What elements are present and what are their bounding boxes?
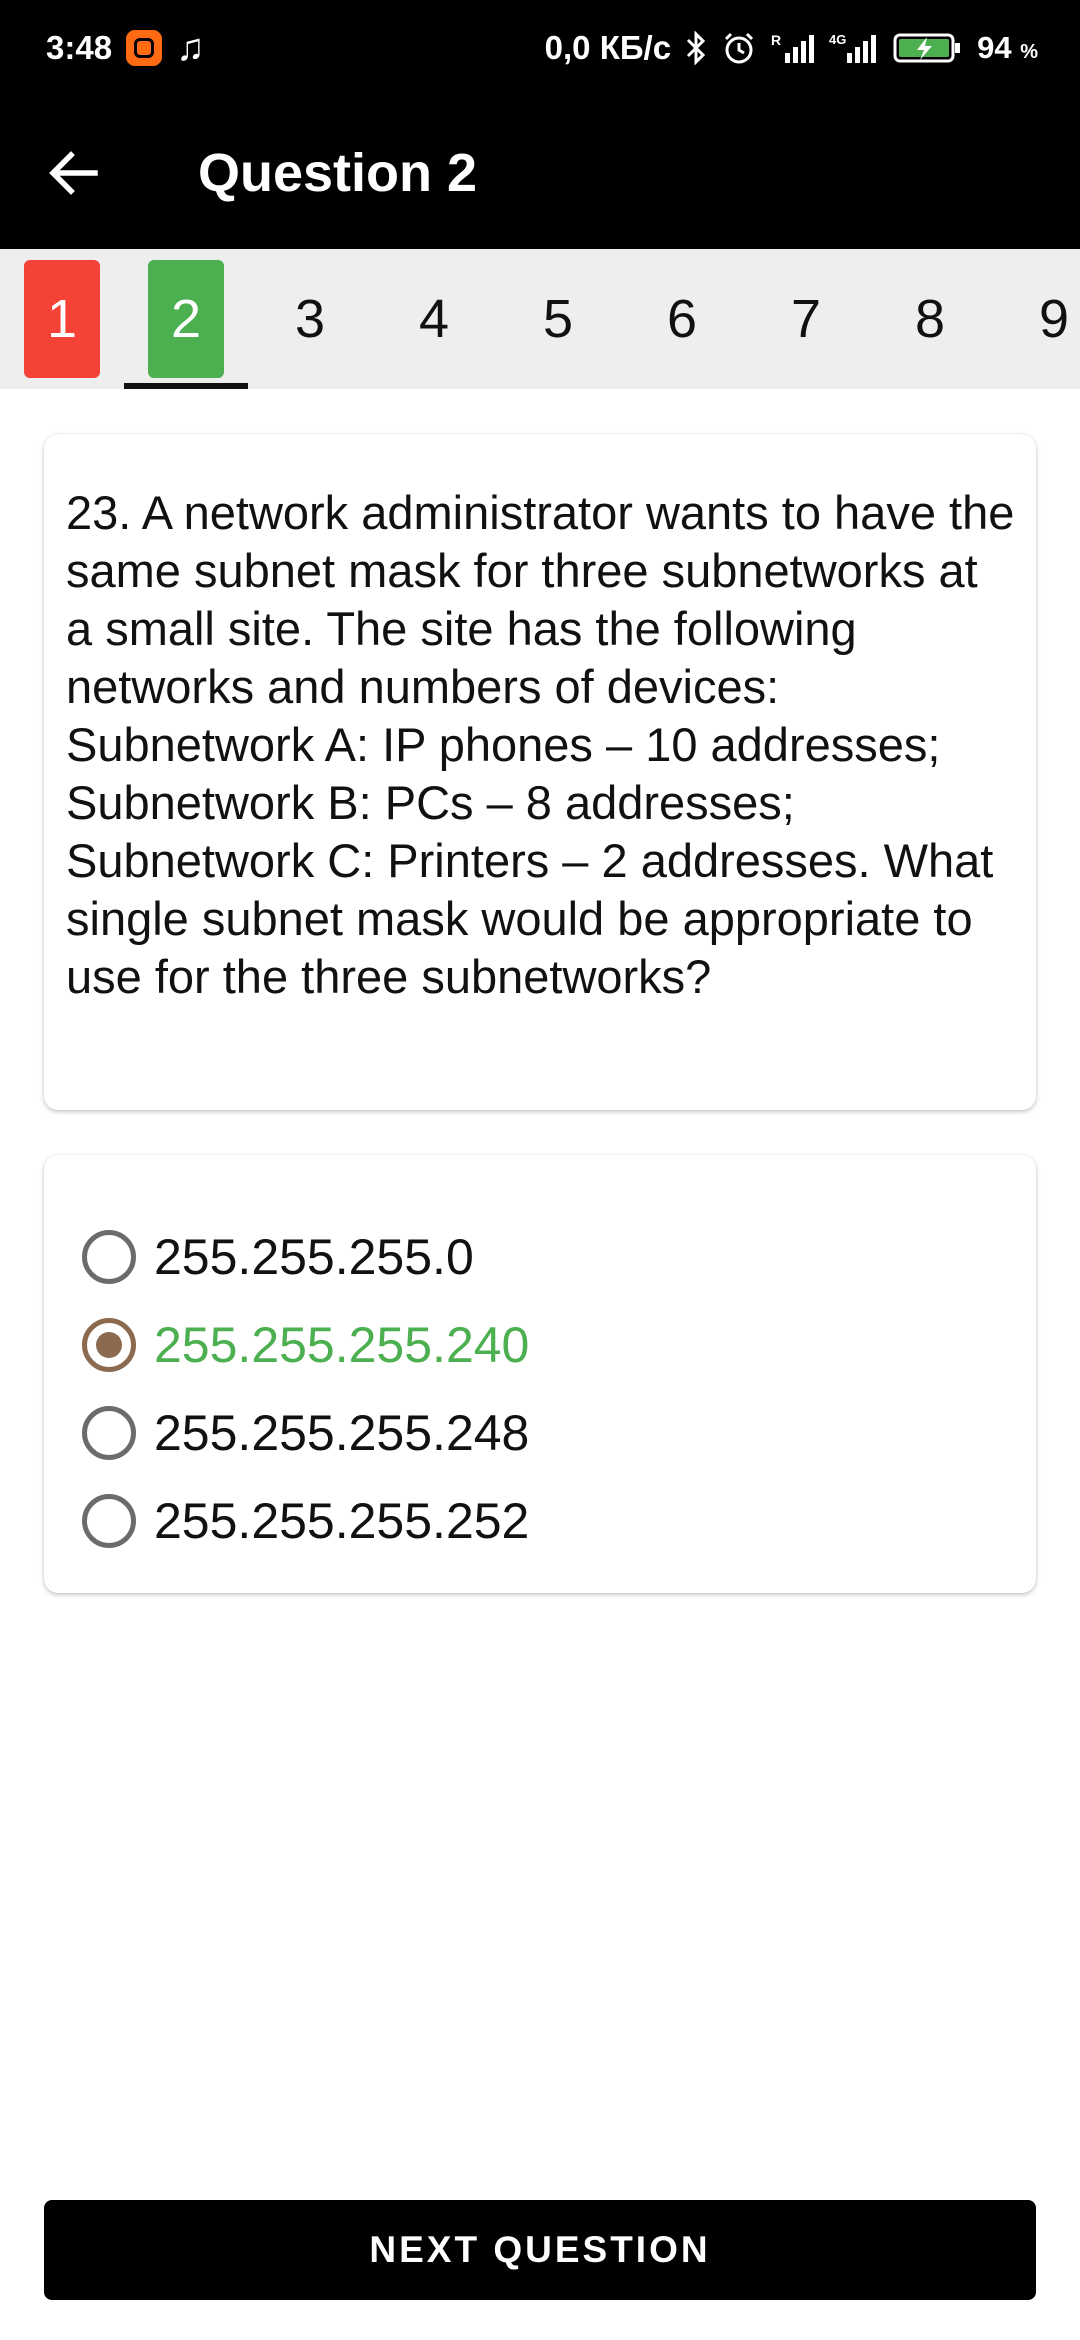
music-note-icon: ♫ [176,27,205,69]
status-left: 3:48 ♫ [46,29,205,67]
question-tab-strip[interactable]: 1 2 3 4 5 6 7 8 9 [0,249,1080,389]
tab-label: 7 [790,289,822,349]
tab-question-6[interactable]: 6 [620,249,744,389]
radio-button[interactable] [82,1230,136,1284]
tab-question-1[interactable]: 1 [0,249,124,389]
tab-question-7[interactable]: 7 [744,249,868,389]
tab-label: 5 [542,289,574,349]
radio-button[interactable] [82,1494,136,1548]
status-right: 0,0 КБ/с R 4G 94 % [545,29,1038,67]
tab-label: 8 [914,289,946,349]
back-button[interactable] [0,96,150,249]
tab-question-5[interactable]: 5 [496,249,620,389]
svg-text:4G: 4G [829,32,846,47]
signal-4g-icon: 4G [829,31,879,65]
next-question-button[interactable]: NEXT QUESTION [44,2200,1036,2300]
option-label: 255.255.255.0 [154,1229,474,1285]
battery-charging-icon [893,31,963,65]
option-label: 255.255.255.252 [154,1493,530,1549]
arrow-left-icon [49,150,98,195]
question-card: 23. A network administrator wants to hav… [44,434,1036,1110]
tab-question-2[interactable]: 2 [124,249,248,389]
tab-label: 3 [294,289,326,349]
tab-question-3[interactable]: 3 [248,249,372,389]
status-time: 3:48 [46,29,113,66]
status-bar: 3:48 ♫ 0,0 КБ/с R 4G 94 % [0,0,1080,96]
tab-label: 4 [418,289,450,349]
mi-app-icon [126,30,163,66]
tab-label: 2 [148,260,224,378]
option-label: 255.255.255.240 [154,1317,530,1373]
app-bar: Question 2 [0,96,1080,249]
bluetooth-icon [685,31,707,65]
radio-button[interactable] [82,1406,136,1460]
option-label: 255.255.255.248 [154,1405,530,1461]
selected-tab-indicator [124,383,248,389]
battery-percentage: 94 % [977,30,1038,65]
tab-label: 9 [1038,289,1070,349]
tab-question-9[interactable]: 9 [992,249,1080,389]
signal-roaming-icon: R [771,31,815,65]
tab-question-4[interactable]: 4 [372,249,496,389]
answer-option[interactable]: 255.255.255.248 [44,1389,1036,1477]
tab-label: 6 [666,289,698,349]
question-text: 23. A network administrator wants to hav… [66,486,1015,1003]
tab-label: 1 [24,260,100,378]
answer-options-card: 255.255.255.0 255.255.255.240 255.255.25… [44,1155,1036,1593]
answer-option[interactable]: 255.255.255.240 [44,1301,1036,1389]
tab-question-8[interactable]: 8 [868,249,992,389]
alarm-icon [721,30,757,66]
answer-option[interactable]: 255.255.255.0 [44,1213,1036,1301]
svg-text:R: R [771,32,781,48]
radio-button-checked[interactable] [82,1318,136,1372]
answer-option[interactable]: 255.255.255.252 [44,1477,1036,1565]
network-speed: 0,0 КБ/с [544,29,672,66]
page-title: Question 2 [198,142,478,203]
